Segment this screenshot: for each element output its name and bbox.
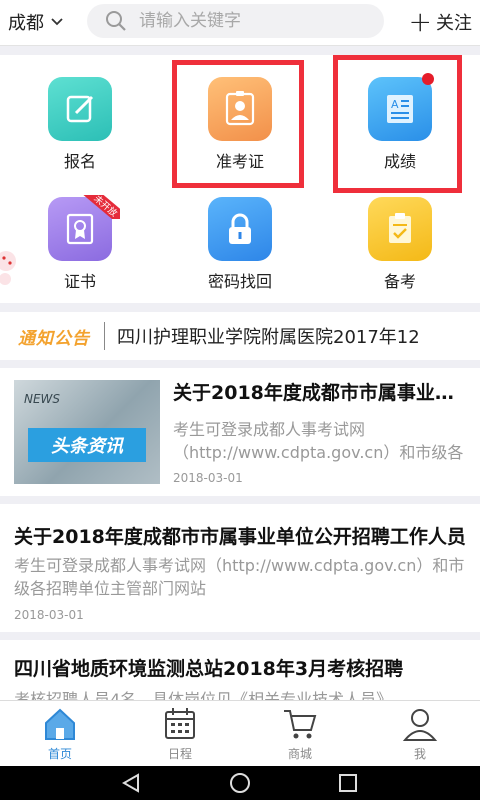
grid-item-password-recovery[interactable]: 密码找回 [160, 175, 320, 293]
tab-label: 商城 [287, 747, 312, 761]
grid-item-certificate[interactable]: 证书 [0, 175, 160, 293]
highlight-box-admission-ticket [172, 60, 304, 188]
grid-label: 报名 [63, 152, 96, 171]
clipboard-icon [368, 197, 432, 261]
chevron-down-icon [51, 18, 63, 26]
bottom-tab-bar: 首页 日程 商城 我 [0, 700, 480, 767]
notice-bar[interactable]: 通知公告 四川护理职业学院附属医院2017年12 [0, 312, 480, 360]
highlight-box-scores [333, 55, 462, 193]
unopened-ribbon: 未开放 [78, 195, 120, 219]
search-box[interactable] [87, 4, 384, 38]
tab-home[interactable]: 首页 [0, 701, 120, 767]
news-date: 2018-03-01 [173, 471, 243, 485]
home-nav-icon[interactable] [229, 773, 251, 795]
tab-store[interactable]: 商城 [240, 701, 360, 767]
grid-item-register[interactable]: 报名 [0, 55, 160, 173]
tab-label: 日程 [167, 747, 192, 761]
system-nav-bar [0, 766, 480, 800]
city-label: 成都 [8, 13, 44, 34]
divider [104, 322, 105, 350]
home-icon [45, 708, 75, 740]
notification-dot [422, 73, 434, 85]
news-desc: 考核招聘人员4名，具体岗位见《相关专业技术人员》 [14, 690, 393, 700]
news-desc: 考生可登录成都人事考试网（http://www.cdpta.gov.cn）和市级… [14, 556, 465, 598]
tab-label: 首页 [47, 747, 72, 761]
tab-label: 我 [413, 747, 426, 761]
recents-icon[interactable] [338, 773, 358, 793]
search-input[interactable] [137, 10, 371, 32]
edit-icon [48, 77, 112, 141]
function-grid: 报名 准考证 A 成绩 证书 密码找回 备考 未开放 [0, 55, 480, 303]
follow-label: 关注 [436, 13, 472, 34]
tab-me[interactable]: 我 [360, 701, 480, 767]
back-icon[interactable] [120, 773, 142, 793]
grid-label: 证书 [63, 272, 96, 291]
lock-icon [208, 197, 272, 261]
news-desc: 考生可登录成都人事考试网（http://www.cdpta.gov.cn）和市级… [173, 420, 464, 462]
calendar-icon [165, 708, 195, 739]
search-icon [106, 11, 126, 31]
news-item[interactable]: NEWS 头条资讯 关于2018年度成都市市属事业单位公开招聘工作人员 考生可登… [0, 368, 480, 496]
user-icon [402, 709, 438, 741]
follow-button[interactable]: + 关注 [409, 7, 472, 37]
tab-schedule[interactable]: 日程 [120, 701, 240, 767]
notice-tag: 通知公告 [18, 328, 90, 349]
notice-text: 四川护理职业学院附属医院2017年12 [117, 327, 420, 348]
news-item[interactable]: 四川省地质环境监测总站2018年3月考核招聘 考核招聘人员4名，具体岗位见《相关… [0, 640, 480, 700]
city-selector[interactable]: 成都 [8, 7, 64, 37]
plus-icon: + [408, 5, 432, 38]
news-thumbnail: NEWS 头条资讯 [14, 380, 160, 484]
grid-label: 密码找回 [207, 272, 272, 291]
mascot-icon [0, 251, 16, 285]
news-title: 关于2018年度成都市市属事业单位公开招聘工作人员 [173, 382, 468, 404]
news-title: 四川省地质环境监测总站2018年3月考核招聘 [14, 658, 404, 680]
cart-icon [284, 710, 317, 739]
headline-badge: 头条资讯 [28, 428, 146, 462]
news-image-text: NEWS [24, 392, 61, 406]
grid-label: 备考 [383, 272, 416, 291]
top-bar: 成都 + 关注 [0, 0, 480, 46]
news-title: 关于2018年度成都市市属事业单位公开招聘工作人员 [14, 526, 466, 548]
news-item[interactable]: 关于2018年度成都市市属事业单位公开招聘工作人员 考生可登录成都人事考试网（h… [0, 504, 480, 632]
news-date: 2018-03-01 [14, 608, 84, 622]
